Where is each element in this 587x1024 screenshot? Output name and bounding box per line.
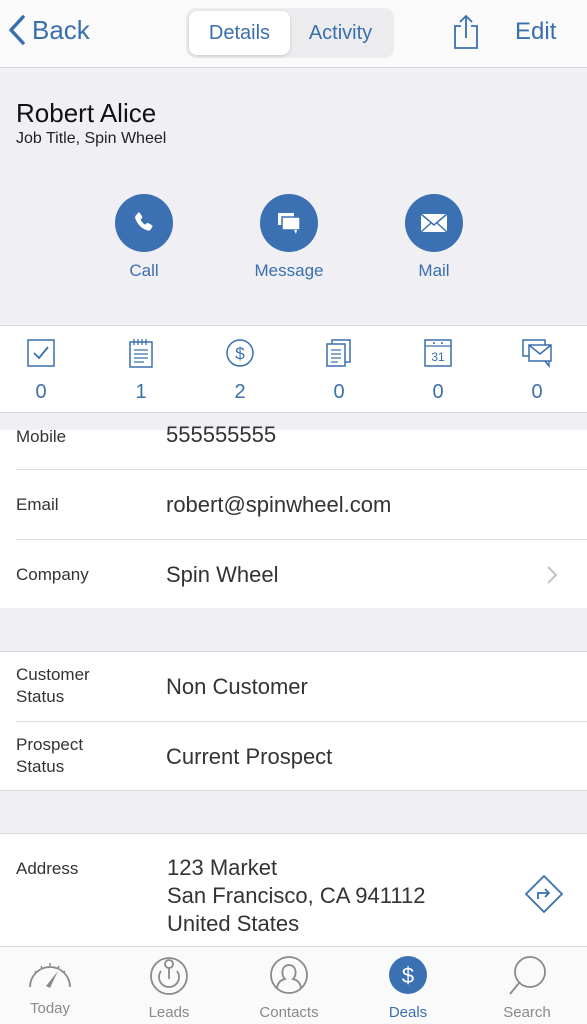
- back-label: Back: [32, 14, 90, 45]
- prospect-status-label: Prospect Status: [16, 735, 84, 776]
- back-button[interactable]: Back: [8, 14, 90, 46]
- customer-status-label: Customer Status: [16, 665, 90, 706]
- tab-bar: Today Leads Contacts $ Deals Search: [0, 946, 587, 1024]
- prospect-status-row[interactable]: Prospect Status Current Prospect: [16, 722, 587, 792]
- task-icon: [27, 339, 55, 367]
- tab-contacts[interactable]: Contacts: [239, 955, 339, 1021]
- address-line1: 123 Market: [167, 855, 278, 880]
- directions-icon[interactable]: [524, 874, 564, 914]
- message-label: Message: [254, 261, 324, 280]
- edit-button[interactable]: Edit: [515, 18, 556, 46]
- navigation-bar: Back Details Activity Edit: [0, 0, 587, 68]
- documents-count[interactable]: 0: [309, 338, 369, 404]
- tab-activity[interactable]: Activity: [290, 11, 391, 55]
- speedometer-icon: [29, 963, 71, 988]
- activity-counts: 0 1 $ 2 0 31 0 0: [0, 325, 587, 413]
- dollar-icon: $: [389, 956, 427, 994]
- company-value: Spin Wheel: [166, 562, 279, 587]
- address-line2: San Francisco, CA 941112: [167, 883, 426, 908]
- svg-text:$: $: [235, 344, 245, 363]
- contact-info-section: Mobile 555555555 Email robert@spinwheel.…: [0, 422, 587, 610]
- mail-icon: [420, 213, 448, 233]
- contact-name: Robert Alice: [16, 98, 157, 128]
- tab-details[interactable]: Details: [189, 11, 290, 55]
- share-icon: [454, 14, 478, 49]
- notes-count[interactable]: 1: [111, 338, 171, 404]
- call-label: Call: [129, 261, 159, 280]
- emails-count[interactable]: 0: [507, 338, 567, 404]
- customer-status-value: Non Customer: [166, 674, 308, 699]
- tab-contacts-label: Contacts: [259, 1004, 319, 1021]
- documents-count-value: 0: [333, 381, 345, 403]
- events-count-value: 0: [432, 381, 444, 403]
- contact-subtitle: Job Title, Spin Wheel: [16, 130, 167, 147]
- contacts-icon: [270, 956, 308, 994]
- mail-label: Mail: [418, 261, 450, 280]
- share-button[interactable]: [452, 14, 480, 55]
- mobile-label: Mobile: [16, 427, 67, 446]
- message-button[interactable]: Message: [229, 194, 349, 281]
- tab-today-label: Today: [29, 1000, 71, 1017]
- events-count[interactable]: 31 0: [408, 338, 468, 404]
- email-label: Email: [16, 495, 59, 514]
- mobile-row[interactable]: Mobile 555555555: [16, 422, 587, 470]
- tab-today[interactable]: Today: [0, 955, 100, 1017]
- chevron-left-icon: [9, 15, 25, 45]
- tab-search-label: Search: [503, 1004, 551, 1021]
- deals-count[interactable]: $ 2: [210, 338, 270, 404]
- tab-deals-label: Deals: [388, 1004, 428, 1021]
- contact-header: Robert Alice Job Title, Spin Wheel Call …: [0, 69, 587, 325]
- mobile-value: 555555555: [166, 422, 277, 447]
- company-row[interactable]: Company Spin Wheel: [16, 540, 587, 610]
- tasks-count[interactable]: 0: [11, 338, 71, 404]
- email-value: robert@spinwheel.com: [166, 492, 392, 517]
- svg-text:31: 31: [431, 350, 445, 364]
- address-value: 123 Market San Francisco, CA 941112 Unit…: [167, 854, 425, 938]
- phone-icon: [135, 212, 153, 231]
- calendar-icon: 31: [424, 339, 452, 367]
- document-icon: [326, 339, 351, 367]
- notes-count-value: 1: [135, 381, 147, 403]
- prospect-status-value: Current Prospect: [166, 744, 333, 769]
- email-thread-icon: [522, 339, 552, 369]
- mail-button[interactable]: Mail: [374, 194, 494, 281]
- tasks-count-value: 0: [35, 381, 47, 403]
- address-label: Address: [16, 859, 79, 878]
- message-icon: [278, 213, 301, 234]
- leads-icon: [150, 957, 188, 995]
- note-icon: [129, 339, 153, 368]
- customer-status-row[interactable]: Customer Status Non Customer: [16, 652, 587, 722]
- call-button[interactable]: Call: [84, 194, 204, 281]
- email-row[interactable]: Email robert@spinwheel.com: [16, 470, 587, 540]
- deal-icon: $: [226, 339, 254, 367]
- tab-leads-label: Leads: [148, 1004, 190, 1021]
- address-section: Address 123 Market San Francisco, CA 941…: [0, 833, 587, 947]
- tab-leads[interactable]: Leads: [119, 955, 219, 1021]
- tab-deals[interactable]: $ Deals: [358, 955, 458, 1021]
- address-line3: United States: [167, 911, 300, 936]
- company-label: Company: [16, 565, 89, 584]
- segmented-control: Details Activity: [186, 8, 394, 58]
- address-row[interactable]: Address 123 Market San Francisco, CA 941…: [16, 834, 587, 946]
- emails-count-value: 0: [531, 381, 543, 403]
- chevron-right-icon: [547, 566, 558, 584]
- status-section: Customer Status Non Customer Prospect St…: [0, 651, 587, 791]
- deals-count-value: 2: [234, 381, 246, 403]
- svg-text:$: $: [402, 963, 414, 988]
- tab-search[interactable]: Search: [477, 955, 577, 1021]
- search-icon: [509, 956, 546, 995]
